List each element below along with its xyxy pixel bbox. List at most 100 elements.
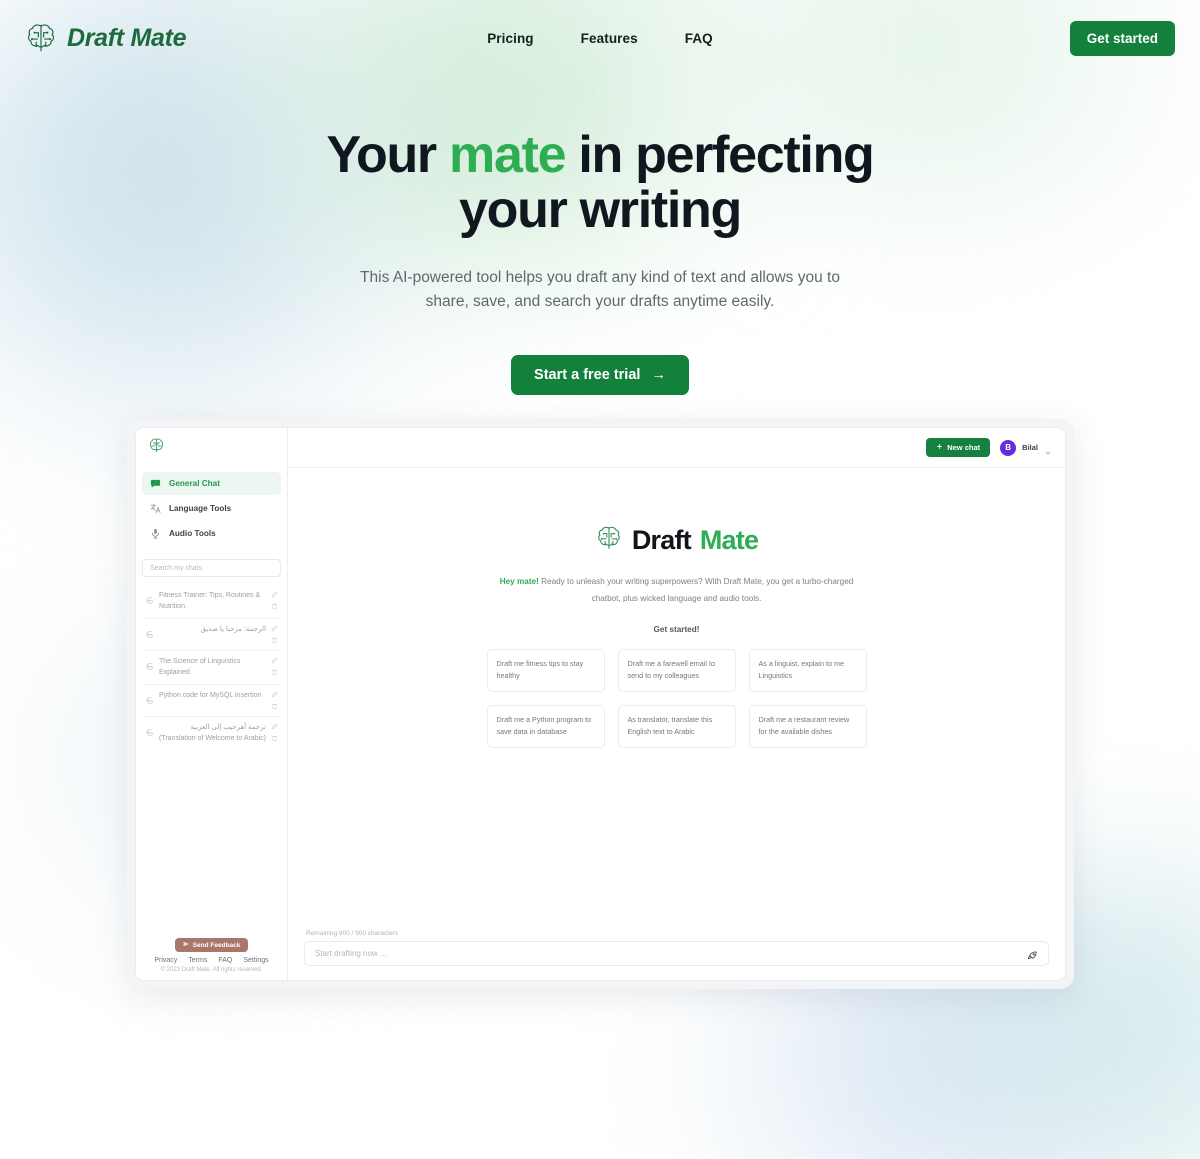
hero-title-line2: your writing <box>459 181 742 240</box>
hero-title-accent: mate <box>449 126 567 184</box>
prompt-card[interactable]: Draft me fitness tips to stay healthy <box>486 648 605 692</box>
app-content: Draft Mate Hey mate! Ready to unleash yo… <box>288 468 1065 980</box>
chat-item-actions <box>271 591 278 610</box>
chat-bubble-icon <box>145 592 154 604</box>
copyright-text: © 2023 Draft Mate. All rights reserved. <box>160 967 263 973</box>
chat-item-title: ترجمة أهرحيب إلى العربية <box>190 724 266 731</box>
sidebar-footer-links: Privacy Terms FAQ Settings <box>142 957 281 964</box>
hero-title-part1: Your <box>326 126 450 184</box>
rocket-icon[interactable] <box>1027 948 1038 960</box>
microphone-icon <box>150 528 161 539</box>
prompt-card[interactable]: Draft me a Python program to save data i… <box>486 704 605 748</box>
nav-link-faq[interactable]: FAQ <box>685 31 713 46</box>
chat-item-title: The Science of Linguistics Explained <box>159 658 241 676</box>
chat-item-actions <box>271 723 278 742</box>
greeting-bold: Hey mate! <box>499 577 539 586</box>
sidebar-item-label: Language Tools <box>169 504 232 513</box>
translate-icon <box>150 503 161 514</box>
chat-list-item[interactable]: The Science of Linguistics Explained <box>142 650 281 684</box>
delete-icon[interactable] <box>271 637 278 644</box>
plus-icon <box>936 443 943 452</box>
chat-list-item[interactable]: Fitness Trainer: Tips, Routines & Nutrit… <box>142 585 281 618</box>
chevron-down-icon <box>1044 444 1052 455</box>
nav-links: Pricing Features FAQ <box>0 31 1200 46</box>
edit-icon[interactable] <box>271 591 278 598</box>
edit-icon[interactable] <box>271 657 278 664</box>
hero-title: Your mate in perfecting your writing <box>0 126 1200 240</box>
start-free-trial-label: Start a free trial <box>534 367 641 384</box>
sidebar-item-audio-tools[interactable]: Audio Tools <box>142 522 281 545</box>
footer-link-faq[interactable]: FAQ <box>218 957 232 964</box>
app-main-pane: New chat B Bilal Draft Mate Hey mate! Re… <box>288 428 1065 980</box>
sidebar-item-language-tools[interactable]: Language Tools <box>142 497 281 520</box>
brain-logo-icon <box>148 437 165 459</box>
chat-item-title: Python code for MySQL insertion <box>159 692 262 699</box>
get-started-button[interactable]: Get started <box>1069 21 1175 56</box>
greeting-rest: Ready to unleash your writing superpower… <box>538 577 854 603</box>
send-feedback-button[interactable]: Send Feedback <box>174 938 249 952</box>
chat-bubble-icon <box>145 724 154 736</box>
delete-icon[interactable] <box>271 735 278 742</box>
chat-bubble-icon <box>145 658 154 670</box>
edit-icon[interactable] <box>271 691 278 698</box>
send-feedback-label: Send Feedback <box>192 941 241 949</box>
chat-item-actions <box>271 691 278 710</box>
prompt-card[interactable]: Draft me a farewell email to send to my … <box>617 648 736 692</box>
character-counter: Remaining 900 / 900 characters <box>306 930 399 937</box>
edit-icon[interactable] <box>271 723 278 730</box>
user-menu[interactable]: B Bilal <box>1000 439 1052 456</box>
chat-list-item[interactable]: ترجمة أهرحيب إلى العربية (Translation of… <box>142 716 281 750</box>
chat-item-subtitle: (Translation of Welcome to Arabic) <box>159 734 266 742</box>
send-icon <box>183 941 189 949</box>
chat-bubble-icon <box>145 692 154 704</box>
new-chat-label: New chat <box>947 443 981 452</box>
chat-item-actions <box>271 625 278 644</box>
app-sidebar: General Chat Language Tools Audio Tools <box>136 428 288 980</box>
prompt-suggestions-grid: Draft me fitness tips to stay healthy Dr… <box>486 648 867 748</box>
app-topbar: New chat B Bilal <box>288 428 1065 468</box>
search-placeholder: Search my chats <box>150 564 203 572</box>
hero-title-part2: in perfecting <box>565 126 874 184</box>
message-input-placeholder: Start drafting now ... <box>315 949 387 958</box>
delete-icon[interactable] <box>271 669 278 676</box>
search-chats-input[interactable]: Search my chats <box>142 559 281 577</box>
chat-item-title: الرجمة: مرحبا يا صديق <box>200 626 266 633</box>
sidebar-logo[interactable] <box>136 428 287 468</box>
start-free-trial-button[interactable]: Start a free trial → <box>511 355 689 396</box>
footer-link-privacy[interactable]: Privacy <box>154 957 177 964</box>
brain-logo-icon <box>595 524 623 557</box>
hero-section: Your mate in perfecting your writing Thi… <box>0 126 1200 396</box>
nav-link-pricing[interactable]: Pricing <box>487 31 533 46</box>
avatar: B <box>1000 439 1017 456</box>
chat-list-item[interactable]: Python code for MySQL insertion <box>142 684 281 716</box>
chat-item-title: Fitness Trainer: Tips, Routines & Nutrit… <box>159 592 261 610</box>
nav-link-features[interactable]: Features <box>581 31 638 46</box>
content-title-green: Mate <box>699 525 759 555</box>
chat-history-list: Fitness Trainer: Tips, Routines & Nutrit… <box>136 585 287 934</box>
prompt-card[interactable]: As translator, translate this English te… <box>617 704 736 748</box>
hero-subtitle: This AI-powered tool helps you draft any… <box>360 269 840 311</box>
sidebar-item-label: General Chat <box>169 479 220 488</box>
footer-link-terms[interactable]: Terms <box>188 957 207 964</box>
edit-icon[interactable] <box>271 625 278 632</box>
get-started-heading: Get started! <box>653 624 700 634</box>
delete-icon[interactable] <box>271 603 278 610</box>
landing-page: Draft Mate Pricing Features FAQ Get star… <box>0 0 1200 1159</box>
new-chat-button[interactable]: New chat <box>926 438 991 457</box>
prompt-card[interactable]: As a linguist, explain to me Linguistics <box>748 648 867 692</box>
footer-link-settings[interactable]: Settings <box>243 957 268 964</box>
top-navigation-bar: Draft Mate Pricing Features FAQ Get star… <box>0 0 1200 76</box>
delete-icon[interactable] <box>271 703 278 710</box>
chat-list-item[interactable]: الرجمة: مرحبا يا صديق <box>142 618 281 650</box>
content-title-dark: Draft <box>631 525 692 555</box>
app-window: General Chat Language Tools Audio Tools <box>135 427 1066 981</box>
chat-item-title-group: ترجمة أهرحيب إلى العربية (Translation of… <box>159 723 266 744</box>
prompt-card[interactable]: Draft me a restaurant review for the ava… <box>748 704 867 748</box>
app-screenshot-frame: General Chat Language Tools Audio Tools <box>127 419 1074 989</box>
sidebar-item-general-chat[interactable]: General Chat <box>142 472 281 495</box>
message-composer: Remaining 900 / 900 characters Start dra… <box>288 930 1065 980</box>
chat-item-actions <box>271 657 278 676</box>
sidebar-nav: General Chat Language Tools Audio Tools <box>136 468 287 547</box>
user-name: Bilal <box>1022 443 1038 452</box>
message-input[interactable]: Start drafting now ... <box>304 941 1049 966</box>
